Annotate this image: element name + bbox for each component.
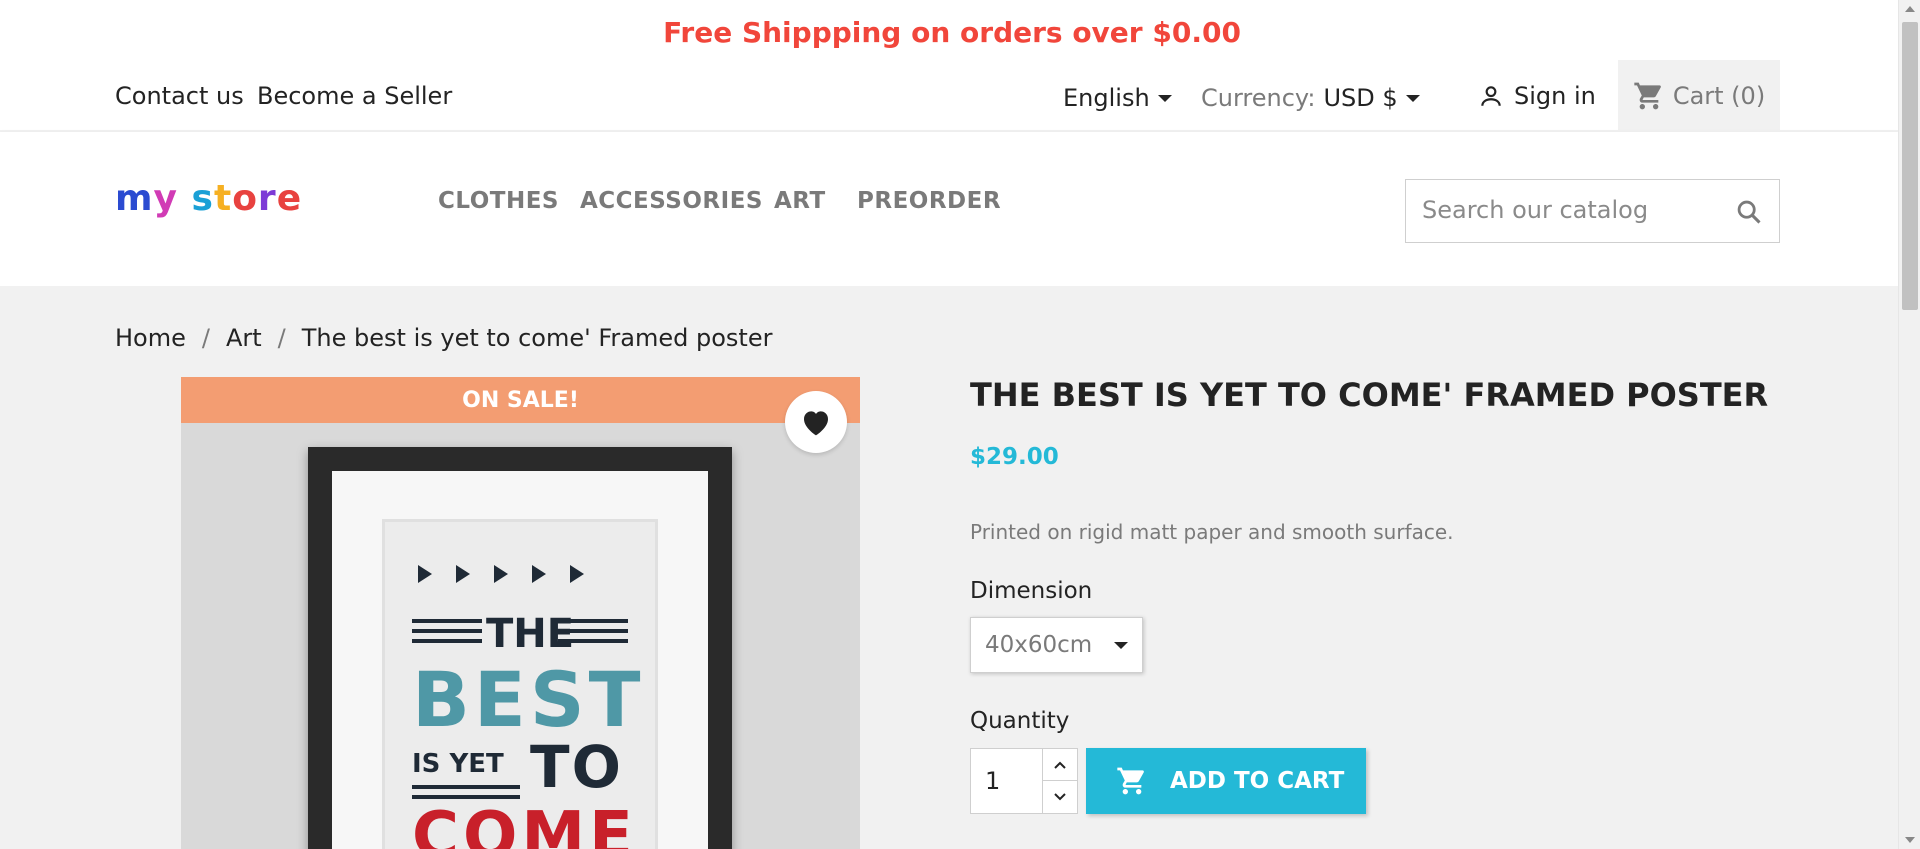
product-page: Home / Art / The best is yet to come' Fr… [0, 286, 1898, 849]
quantity-decrease-button[interactable] [1043, 781, 1077, 813]
breadcrumb: Home / Art / The best is yet to come' Fr… [115, 324, 772, 352]
poster-text-to: TO [530, 733, 623, 801]
product-description: Printed on rigid matt paper and smooth s… [970, 520, 1454, 544]
menu-preorder[interactable]: PREORDER [857, 188, 1001, 214]
scroll-down-arrow[interactable] [1905, 837, 1915, 843]
menu-clothes[interactable]: CLOTHES [438, 188, 559, 214]
search-icon[interactable] [1735, 198, 1763, 230]
cart-label: Cart (0) [1672, 82, 1766, 110]
chevron-up-icon [1054, 761, 1066, 769]
breadcrumb-current: The best is yet to come' Framed poster [301, 324, 773, 352]
wishlist-button[interactable] [785, 391, 847, 453]
scroll-up-arrow[interactable] [1905, 6, 1915, 12]
poster-text-the: THE [486, 611, 575, 657]
chevron-down-icon [1054, 793, 1066, 801]
page-scrollbar[interactable] [1898, 0, 1920, 849]
on-sale-flag: ON SALE! [181, 377, 860, 423]
poster-text-come: COME [412, 799, 637, 849]
menu-art[interactable]: ART [774, 188, 826, 214]
poster-artwork: THE BEST IS YET TO COME [382, 519, 658, 849]
shopping-cart-icon [1117, 767, 1144, 795]
caret-down-icon [1114, 641, 1128, 649]
shopping-cart-icon [1634, 82, 1661, 110]
caret-down-icon [1405, 94, 1420, 102]
dimension-select[interactable]: 40x60cm [970, 617, 1143, 673]
poster-text-best: BEST [412, 655, 645, 744]
product-price: $29.00 [970, 444, 1059, 470]
dimension-label: Dimension [970, 578, 1093, 604]
sign-in-link[interactable]: Sign in [1478, 82, 1596, 110]
breadcrumb-home[interactable]: Home [115, 324, 186, 352]
breadcrumb-separator: / [201, 324, 210, 352]
product-image[interactable]: THE BEST IS YET TO COME ON SALE! [181, 377, 860, 849]
quantity-stepper [970, 748, 1078, 814]
currency-value: USD $ [1323, 84, 1398, 112]
caret-down-icon [1157, 94, 1172, 102]
add-to-cart-button[interactable]: ADD TO CART [1086, 748, 1366, 814]
breadcrumb-separator: / [277, 324, 286, 352]
top-nav: Contact us Become a Seller English Curre… [0, 60, 1898, 132]
poster-frame: THE BEST IS YET TO COME [308, 447, 732, 849]
dimension-value: 40x60cm [985, 632, 1093, 658]
product-title: THE BEST IS YET TO COME' FRAMED POSTER [970, 376, 1769, 414]
heart-icon [804, 411, 828, 436]
free-shipping-banner: Free Shippping on orders over $0.00 [0, 0, 1898, 64]
add-to-cart-label: ADD TO CART [1170, 768, 1345, 794]
poster-arrows [418, 565, 584, 583]
scrollbar-thumb[interactable] [1902, 22, 1918, 310]
language-value: English [1063, 84, 1150, 112]
quantity-label: Quantity [970, 708, 1070, 734]
search-box [1405, 179, 1780, 243]
sign-in-label: Sign in [1514, 82, 1596, 110]
become-seller-link[interactable]: Become a Seller [257, 82, 452, 110]
poster-text-is-yet: IS YET [412, 749, 504, 779]
quantity-increase-button[interactable] [1043, 749, 1077, 781]
store-logo[interactable]: my store [115, 178, 302, 219]
currency-selector[interactable]: Currency: USD $ [1201, 84, 1420, 112]
breadcrumb-art[interactable]: Art [226, 324, 262, 352]
search-input[interactable] [1422, 196, 1722, 224]
main-header: my store CLOTHES ACCESSORIES ART PREORDE… [0, 132, 1898, 286]
cart-button[interactable]: Cart (0) [1618, 60, 1780, 132]
quantity-input[interactable] [971, 749, 1043, 813]
contact-us-link[interactable]: Contact us [115, 82, 244, 110]
poster-mat: THE BEST IS YET TO COME [332, 471, 708, 849]
user-icon [1481, 86, 1501, 106]
language-selector[interactable]: English [1063, 84, 1172, 112]
currency-label: Currency: [1201, 84, 1316, 112]
menu-accessories[interactable]: ACCESSORIES [580, 188, 763, 214]
banner-text: Free Shippping on orders over $0.00 [663, 15, 1241, 49]
